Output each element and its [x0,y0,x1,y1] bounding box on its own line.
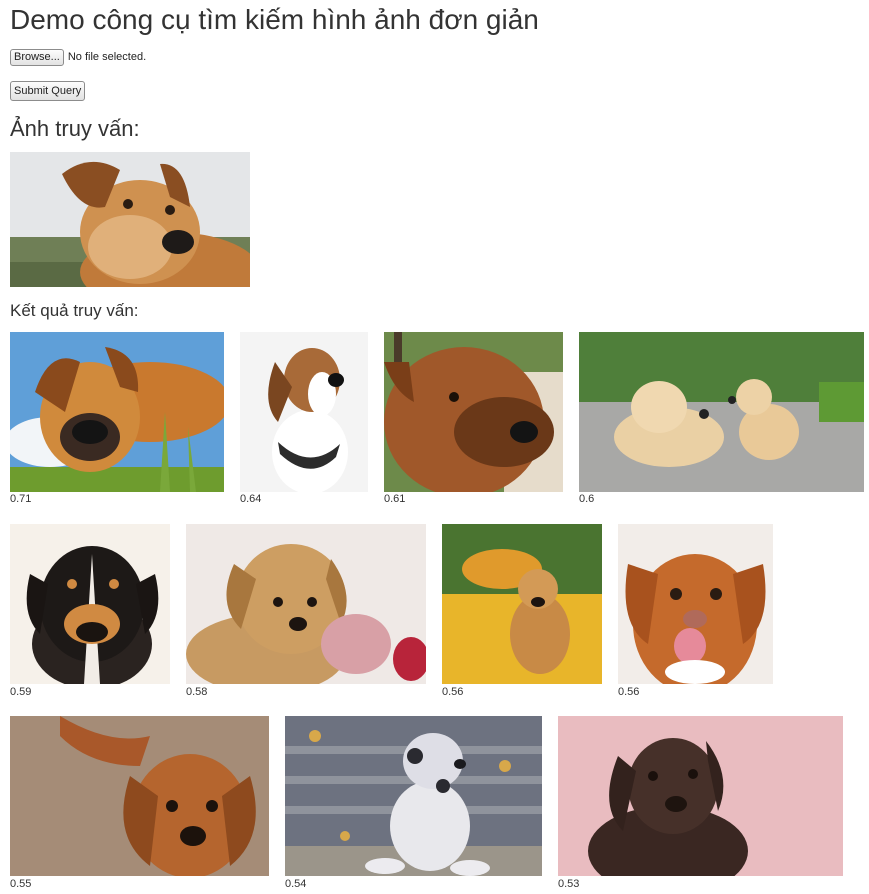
result-image[interactable] [240,332,368,492]
result-score: 0.64 [240,493,262,505]
result-score: 0.56 [618,686,640,698]
result-image[interactable] [384,332,563,492]
results-heading: Kết quả truy vấn: [10,301,139,320]
file-input[interactable]: Browse... No file selected. [10,48,146,66]
result-image[interactable] [10,716,269,876]
result-score: 0.53 [558,878,580,890]
submit-query-button[interactable]: Submit Query [10,81,86,101]
result-image[interactable] [579,332,864,492]
result-score: 0.58 [186,686,208,698]
result-score: 0.71 [10,493,32,505]
result-image[interactable] [10,524,170,684]
result-score: 0.54 [285,878,307,890]
result-image[interactable] [186,524,426,684]
result-score: 0.56 [442,686,464,698]
page-title: Demo công cụ tìm kiếm hình ảnh đơn giản [10,4,539,35]
query-image [10,152,250,287]
result-score: 0.55 [10,878,32,890]
result-score: 0.61 [384,493,406,505]
result-score: 0.59 [10,686,32,698]
file-status-text: No file selected. [67,51,147,63]
result-image[interactable] [618,524,773,684]
result-image[interactable] [558,716,843,876]
query-heading: Ảnh truy vấn: [10,116,140,141]
browse-button[interactable]: Browse... [10,48,64,66]
result-score: 0.6 [579,493,595,505]
result-image[interactable] [10,332,224,492]
result-image[interactable] [442,524,602,684]
result-image[interactable] [285,716,542,876]
